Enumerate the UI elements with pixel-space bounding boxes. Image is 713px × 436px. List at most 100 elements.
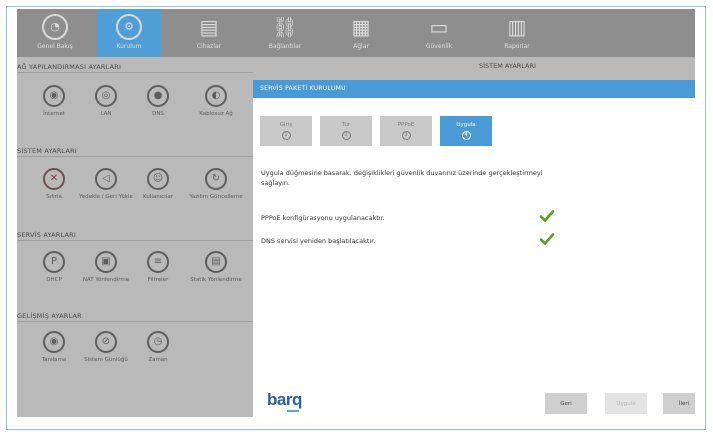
dialog-description: Uygula düğmesine basarak, değişiklikleri… [261, 169, 543, 187]
toolbar-label: Raporlar [504, 43, 530, 50]
report-icon: ▥ [507, 15, 527, 39]
section-title: GELİŞMİŞ AYARLAR [17, 312, 82, 320]
filter-icon: ≡ [147, 251, 169, 273]
service-filter-item[interactable]: ≡ Filtreler [131, 251, 185, 284]
network-icon: ▦ [351, 15, 371, 39]
toolbar-links-button[interactable]: ⛓ Bağlantılar [253, 9, 317, 57]
step-intro[interactable]: Giriş 1 [260, 116, 312, 146]
back-button[interactable]: Geri [545, 393, 587, 414]
toolbar-label: Güvenlik [425, 43, 453, 50]
step-number: 3 [401, 131, 411, 140]
toolbar-label: Cihazlar [196, 43, 222, 50]
devices-icon: ▤ [199, 15, 219, 39]
advanced-diagnostics-item[interactable]: ◉ Tanılama [27, 331, 81, 364]
item-label: Yazılım Güncelleme [189, 194, 243, 200]
right-panel-title: SİSTEM AYARLARI [479, 62, 536, 70]
network-lan-item[interactable]: ◎ LAN [79, 85, 133, 118]
system-reset-item[interactable]: ✕ Sıfırla [27, 168, 81, 201]
screenshot-frame: ◔ Genel Bakış ⚙ Kurulum ▤ Cihazlar ⛓ Bağ… [6, 6, 706, 430]
toolbar-dashboard-button[interactable]: ◔ Genel Bakış [23, 9, 87, 57]
toolbar-networks-button[interactable]: ▦ Ağlar [329, 9, 393, 57]
lan-icon: ◎ [95, 85, 117, 107]
advanced-clock-item[interactable]: ◷ Zaman [131, 331, 185, 364]
step-number: 1 [281, 131, 291, 140]
link-icon: ⛓ [272, 15, 298, 39]
toolbar-label: Bağlantılar [268, 43, 302, 50]
item-label: LAN [100, 111, 112, 117]
dns-icon: ● [147, 85, 169, 107]
system-backup-item[interactable]: ◁ Yedekle / Geri Yükle [79, 168, 133, 201]
dhcp-icon: P [43, 251, 65, 273]
task-pppoe-config: PPPoE konfigürasyonu uygulanacaktır. [261, 214, 385, 222]
route-icon: ▤ [205, 251, 227, 273]
item-label: Zaman [148, 357, 168, 363]
toolbar-devices-button[interactable]: ▤ Cihazlar [177, 9, 241, 57]
item-label: İnternet [43, 111, 65, 117]
task-dns-restart: DNS servisi yeniden başlatılacaktır. [261, 237, 376, 245]
toolbar-label: Kurulum [116, 43, 142, 50]
item-label: Tanılama [41, 357, 67, 363]
toolbar-reports-button[interactable]: ▥ Raporlar [485, 9, 549, 57]
window-icon: ▭ [429, 15, 449, 39]
clock-icon: ◷ [147, 331, 169, 353]
globe-icon: ◉ [43, 85, 65, 107]
step-pppoe[interactable]: PPPoE 3 [380, 116, 432, 146]
checkmark-icon [539, 210, 555, 222]
network-dns-item[interactable]: ● DNS [131, 85, 185, 118]
toolbar-label: Genel Bakış [37, 43, 73, 50]
apply-button[interactable]: Uygula [605, 393, 647, 414]
next-button[interactable]: İleri [663, 393, 695, 414]
users-icon: ☺ [147, 168, 169, 190]
dashboard-icon: ◔ [42, 14, 68, 40]
section-divider [17, 321, 253, 322]
app-window: ◔ Genel Bakış ⚙ Kurulum ▤ Cihazlar ⛓ Bağ… [17, 9, 695, 417]
network-wireless-item[interactable]: ◐ Kablosuz Ağ [189, 85, 243, 118]
logo-accent [287, 410, 299, 412]
section-divider [17, 72, 253, 73]
network-internet-item[interactable]: ◉ İnternet [27, 85, 81, 118]
item-label: Kullanıcılar [143, 194, 173, 200]
step-label: Uygula [456, 122, 476, 128]
settings-icon: ⚙ [116, 14, 142, 40]
service-dhcp-item[interactable]: P DHCP [27, 251, 81, 284]
section-title: SİSTEM AYARLARI [17, 147, 77, 155]
wizard-dialog: SERVİS PAKETİ KURULUMU Giriş 1 Tür 2 PPP… [253, 80, 695, 417]
toolbar-label: Ağlar [353, 43, 369, 50]
reset-icon: ✕ [43, 168, 65, 190]
nat-icon: ▣ [95, 251, 117, 273]
service-nat-item[interactable]: ▣ NAT Yönlendirme [79, 251, 133, 284]
service-route-item[interactable]: ▤ Statik Yönlendirme [189, 251, 243, 284]
step-apply[interactable]: Uygula 4 [440, 116, 492, 146]
section-title: AĞ YAPILANDIRMASI AYARLARI [17, 63, 122, 71]
section-title: SERVİS AYARLARI [17, 231, 76, 239]
system-update-item[interactable]: ↻ Yazılım Güncelleme [189, 168, 243, 201]
barq-logo: barq [267, 390, 302, 409]
step-label: PPPoE [397, 122, 415, 128]
item-label: DHCP [46, 277, 62, 283]
item-label: Sıfırla [46, 194, 62, 200]
checkmark-icon [539, 233, 555, 245]
step-number: 4 [461, 131, 471, 140]
dialog-title: SERVİS PAKETİ KURULUMU [253, 80, 695, 98]
step-label: Giriş [279, 122, 293, 128]
item-label: DNS [152, 111, 164, 117]
toolbar-settings-button[interactable]: ⚙ Kurulum [97, 9, 161, 57]
section-divider [17, 240, 253, 241]
item-label: Yedekle / Geri Yükle [79, 194, 133, 200]
item-label: Kablosuz Ağ [199, 111, 233, 117]
item-label: NAT Yönlendirme [82, 277, 130, 283]
step-number: 2 [341, 131, 351, 140]
backup-icon: ◁ [95, 168, 117, 190]
item-label: Statik Yönlendirme [190, 277, 242, 283]
section-divider [17, 156, 253, 157]
step-type[interactable]: Tür 2 [320, 116, 372, 146]
wireless-icon: ◐ [205, 85, 227, 107]
update-icon: ↻ [205, 168, 227, 190]
system-users-item[interactable]: ☺ Kullanıcılar [131, 168, 185, 201]
advanced-log-item[interactable]: ⊘ Sistem Günlüğü [79, 331, 133, 364]
toolbar-security-button[interactable]: ▭ Güvenlik [407, 9, 471, 57]
top-toolbar: ◔ Genel Bakış ⚙ Kurulum ▤ Cihazlar ⛓ Bağ… [17, 9, 695, 57]
diagnostics-icon: ◉ [43, 331, 65, 353]
item-label: Filtreler [147, 277, 169, 283]
item-label: Sistem Günlüğü [84, 357, 128, 363]
